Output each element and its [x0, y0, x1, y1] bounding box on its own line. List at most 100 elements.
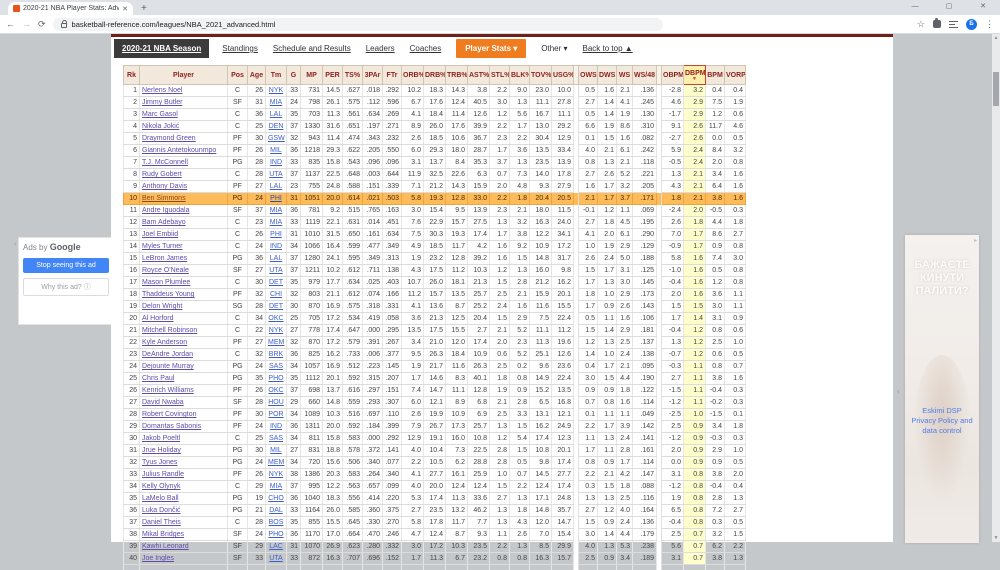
player-link[interactable]: Luka Dončić — [142, 507, 181, 514]
nav-item-5[interactable]: Player Stats ▾ — [456, 39, 526, 58]
column-header-DBPM[interactable]: DBPM▼ — [684, 66, 706, 85]
column-header-Age[interactable]: Age — [248, 66, 266, 85]
player-link[interactable]: Nikola Jokić — [142, 123, 179, 130]
adchoices-icon[interactable]: ▸ — [974, 237, 977, 244]
team-link[interactable]: MEM — [268, 339, 284, 346]
extensions-icon[interactable] — [933, 20, 941, 28]
nav-item-4[interactable]: Coaches — [410, 44, 442, 53]
table-row[interactable]: 21Mitchell RobinsonC22NYK2777817.4.647.0… — [124, 325, 746, 337]
forward-icon[interactable]: → — [22, 19, 31, 29]
team-link[interactable]: DAL — [269, 507, 283, 514]
minimize-button[interactable]: — — [898, 0, 932, 15]
player-link[interactable]: Kenrich Williams — [142, 387, 194, 394]
column-header-Player[interactable]: Player — [140, 66, 228, 85]
team-link[interactable]: NYK — [269, 327, 283, 334]
new-tab-button[interactable]: + — [141, 3, 147, 15]
tab-close-icon[interactable]: ✕ — [122, 5, 128, 13]
team-link[interactable]: OKC — [268, 315, 283, 322]
column-header-Tm[interactable]: Tm — [266, 66, 287, 85]
team-link[interactable]: OKC — [268, 387, 283, 394]
table-row[interactable]: 25Chris PaulPG35PHO35111220.1.592.315.20… — [124, 373, 746, 385]
table-row[interactable]: 4Nikola JokićC25DEN37133031.6.651.197.27… — [124, 121, 746, 133]
column-header-WS/48[interactable]: WS/48 — [633, 66, 657, 85]
table-row[interactable]: 16Royce O'NealeSF27UTA37121110.2.612.711… — [124, 265, 746, 277]
team-link[interactable]: MIA — [270, 207, 282, 214]
address-bar[interactable]: basketball-reference.com/leagues/NBA_202… — [53, 18, 663, 31]
player-link[interactable]: Bam Adebayo — [142, 219, 186, 226]
table-row[interactable]: 24Dejounte MurrayPG24SAS34105716.9.512.2… — [124, 361, 746, 373]
player-link[interactable]: Robert Covington — [142, 411, 196, 418]
table-row[interactable]: 22Kyle AndersonPF27MEM3287017.2.579.391.… — [124, 337, 746, 349]
player-link[interactable]: Mason Plumlee — [142, 279, 190, 286]
team-link[interactable]: GSW — [268, 135, 285, 142]
table-row[interactable]: 40Joe InglesSF33UTA3387216.3.707.696.152… — [124, 553, 746, 565]
page-scrollbar[interactable]: ▲ ▼ — [992, 34, 1000, 542]
table-row[interactable]: 5Draymond GreenPF30GSW3294311.4.474.343.… — [124, 133, 746, 145]
team-link[interactable]: LAL — [270, 255, 282, 262]
sidebar-ad[interactable]: ▸ БАЖАЄТЕКИНУТИПАЛИТИ? Eskimi DSPPrivacy… — [905, 235, 979, 543]
nav-item-7[interactable]: Back to top ▲ — [583, 44, 633, 53]
table-row[interactable]: 29Domantas SabonisPF24IND36131120.0.592.… — [124, 421, 746, 433]
table-row[interactable]: 15LeBron JamesPG36LAL37128024.1.595.349.… — [124, 253, 746, 265]
player-link[interactable]: David Nwaba — [142, 399, 184, 406]
why-this-ad-button[interactable]: Why this ad? ⓘ — [23, 278, 109, 296]
table-row[interactable]: 26Kenrich WilliamsPF26OKC3769813.7.616.2… — [124, 385, 746, 397]
team-link[interactable]: HOU — [268, 399, 284, 406]
nav-item-6[interactable]: Other ▾ — [541, 44, 567, 53]
player-link[interactable]: Giannis Antetokounmpo — [142, 147, 216, 154]
player-link[interactable]: Dejounte Murray — [142, 363, 194, 370]
column-header-ORB%[interactable]: ORB% — [402, 66, 424, 85]
player-link[interactable]: Kawhi Leonard — [142, 543, 189, 550]
column-header-G[interactable]: G — [287, 66, 301, 85]
player-link[interactable]: Mitchell Robinson — [142, 327, 197, 334]
player-link[interactable]: Draymond Green — [142, 135, 196, 142]
team-link[interactable]: POR — [268, 411, 283, 418]
column-header-BPM[interactable]: BPM — [706, 66, 725, 85]
team-link[interactable]: UTA — [269, 267, 282, 274]
table-row[interactable]: 35LaMelo BallPG19CHO36104018.3.556.414.2… — [124, 493, 746, 505]
player-link[interactable]: Thaddeus Young — [142, 291, 195, 298]
table-row[interactable]: 39Kawhi LeonardSF29LAC31107026.9.623.280… — [124, 541, 746, 553]
close-button[interactable]: ✕ — [966, 0, 1000, 15]
team-link[interactable]: MIL — [270, 447, 282, 454]
table-row[interactable]: 9Anthony DavisPF27LAL2375524.8.588.151.3… — [124, 181, 746, 193]
team-link[interactable]: MIA — [270, 483, 282, 490]
player-link[interactable]: Jimmy Butler — [142, 99, 182, 106]
profile-avatar[interactable]: Б — [966, 19, 977, 30]
scroll-down-icon[interactable]: ▼ — [992, 534, 1000, 542]
ad-collapse-arrow-icon[interactable]: ‹ — [897, 386, 900, 396]
player-link[interactable]: Nerlens Noel — [142, 87, 182, 94]
column-header-FTr[interactable]: FTr — [383, 66, 402, 85]
team-link[interactable]: UTA — [269, 171, 282, 178]
scroll-up-icon[interactable]: ▲ — [992, 34, 1000, 42]
column-header-OWS[interactable]: OWS — [579, 66, 598, 85]
team-link[interactable]: IND — [270, 423, 282, 430]
team-link[interactable]: CHO — [268, 495, 284, 502]
team-link[interactable]: PHO — [268, 531, 283, 538]
team-link[interactable]: LAC — [269, 543, 283, 550]
column-header-MP[interactable]: MP — [301, 66, 323, 85]
player-link[interactable]: Domantas Sabonis — [142, 423, 201, 430]
player-link[interactable]: Joel Embiid — [142, 231, 178, 238]
team-link[interactable]: PHI — [270, 231, 282, 238]
team-link[interactable]: PHO — [268, 375, 283, 382]
player-link[interactable]: Joe Ingles — [142, 555, 174, 562]
table-row[interactable]: 20Al HorfordC34OKC2570517.2.534.419.0583… — [124, 313, 746, 325]
player-link[interactable]: Marc Gasol — [142, 111, 178, 118]
table-row[interactable]: 32Tyus JonesPG24MEM3472015.6.506.340.077… — [124, 457, 746, 469]
team-link[interactable]: LAL — [270, 111, 282, 118]
team-link[interactable]: MIA — [270, 219, 282, 226]
team-link[interactable]: CHI — [270, 291, 282, 298]
table-row[interactable]: 18Thaddeus YoungPF32CHI3280321.1.612.074… — [124, 289, 746, 301]
column-header-STL%[interactable]: STL% — [490, 66, 510, 85]
adchoices-arrow-icon[interactable]: ‹ — [14, 239, 17, 248]
column-header-3PAr[interactable]: 3PAr — [363, 66, 383, 85]
reading-list-icon[interactable] — [949, 21, 958, 28]
column-header-TRB%[interactable]: TRB% — [446, 66, 468, 85]
nav-item-0[interactable]: 2020-21 NBA Season — [114, 39, 209, 58]
team-link[interactable]: MEM — [268, 459, 284, 466]
column-header-AST%[interactable]: AST% — [468, 66, 490, 85]
team-link[interactable]: UTA — [269, 555, 282, 562]
team-link[interactable]: BOS — [269, 519, 284, 526]
team-link[interactable]: MIA — [270, 99, 282, 106]
